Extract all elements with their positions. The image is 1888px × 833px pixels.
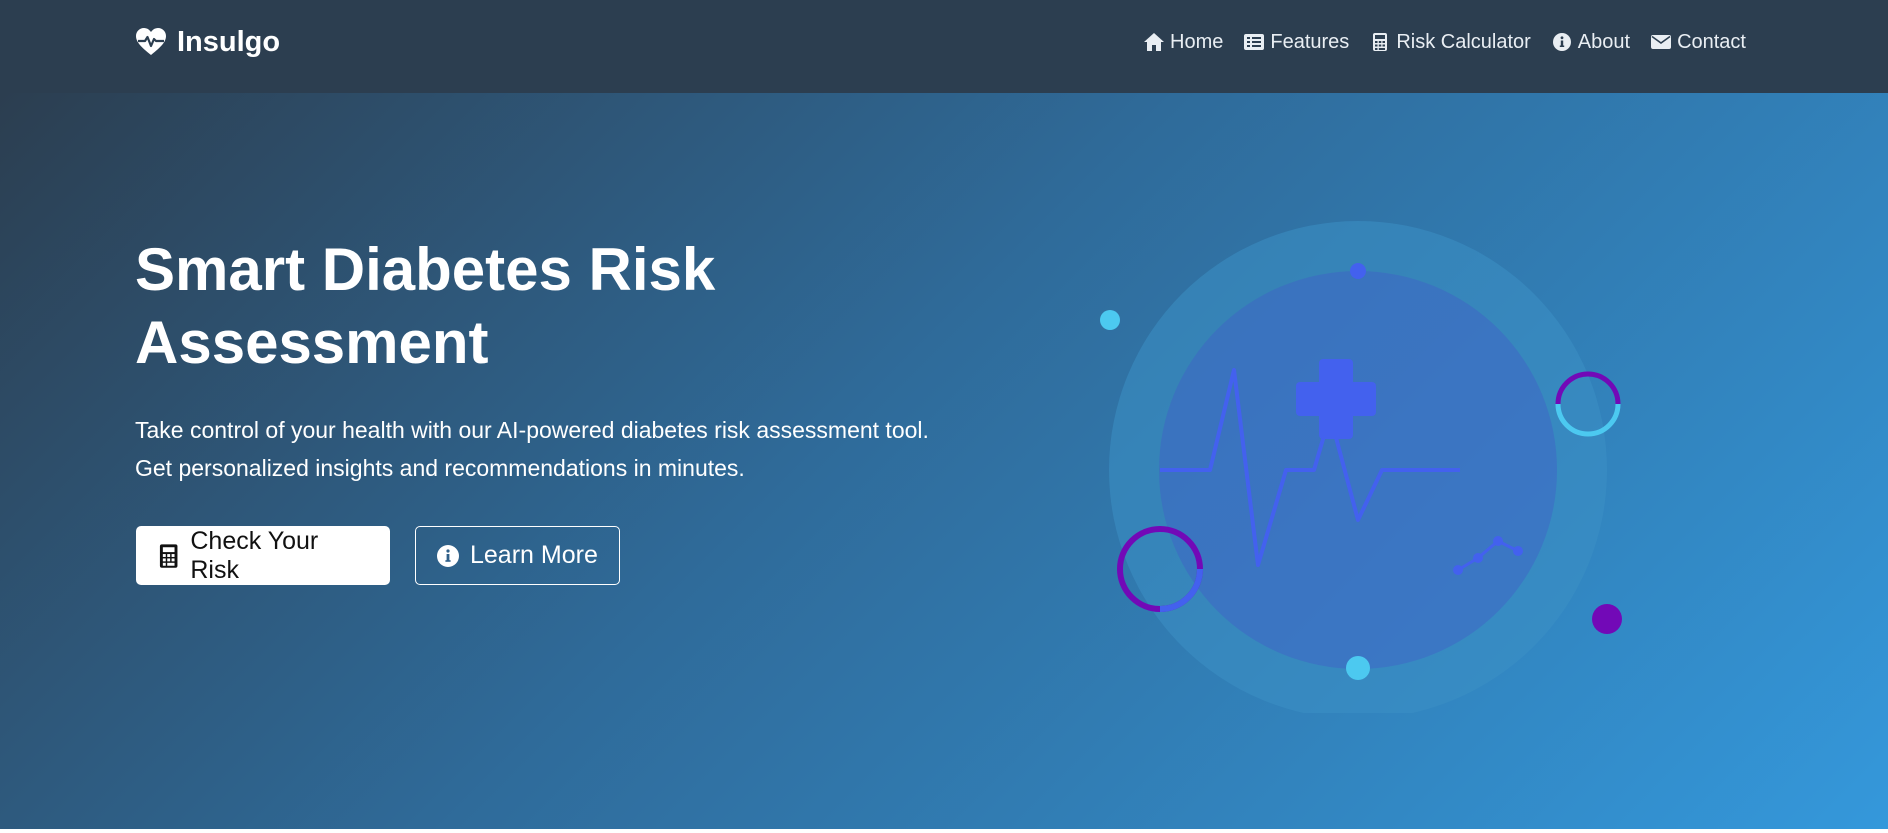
calculator-icon <box>1373 33 1388 51</box>
dot-top-blue <box>1350 263 1366 279</box>
inner-circle <box>1159 271 1557 669</box>
nav-link-features[interactable]: Features <box>1243 31 1349 54</box>
learn-more-label: Learn More <box>470 541 598 569</box>
hero-section: Smart Diabetes Risk Assessment Take cont… <box>0 93 1888 829</box>
check-your-risk-label: Check Your Risk <box>190 526 319 584</box>
nav-label-about: About <box>1577 30 1631 53</box>
home-icon <box>1144 33 1165 51</box>
dot-left-cyan <box>1100 310 1120 330</box>
page-bottom-border <box>0 829 1888 833</box>
nav-link-about[interactable]: About <box>1551 31 1630 54</box>
envelope-icon <box>1651 35 1672 49</box>
nav-label-contact: Contact <box>1677 30 1746 53</box>
learn-more-button[interactable]: Learn More <box>415 526 620 585</box>
brand-name: Insulgo <box>177 25 281 58</box>
nav-label-features: Features <box>1270 30 1350 53</box>
navbar: Insulgo Home Features Risk Calculator Ab… <box>0 0 1888 93</box>
info-circle-icon <box>1552 33 1571 51</box>
heart-pulse-icon <box>136 28 166 55</box>
nav-link-risk-calculator[interactable]: Risk Calculator <box>1369 30 1531 54</box>
health-illustration <box>1100 221 1622 713</box>
dot-right-purple <box>1592 604 1622 634</box>
nav-links: Home Features Risk Calculator About Cont… <box>1143 27 1746 57</box>
dot-bottom-cyan <box>1346 656 1370 680</box>
nav-link-contact[interactable]: Contact <box>1650 31 1746 54</box>
brand-logo[interactable]: Insulgo <box>135 24 280 60</box>
nav-link-home[interactable]: Home <box>1143 31 1223 54</box>
check-your-risk-button[interactable]: Check Your Risk <box>136 526 390 585</box>
nav-label-home: Home <box>1170 30 1224 53</box>
nav-label-risk-calculator: Risk Calculator <box>1396 30 1531 53</box>
calculator-icon <box>159 543 178 568</box>
list-icon <box>1244 34 1265 50</box>
hero-subtitle: Take control of your health with our AI-… <box>135 417 929 481</box>
hero-title: Smart Diabetes Risk Assessment <box>135 236 716 376</box>
info-circle-icon <box>437 544 459 567</box>
